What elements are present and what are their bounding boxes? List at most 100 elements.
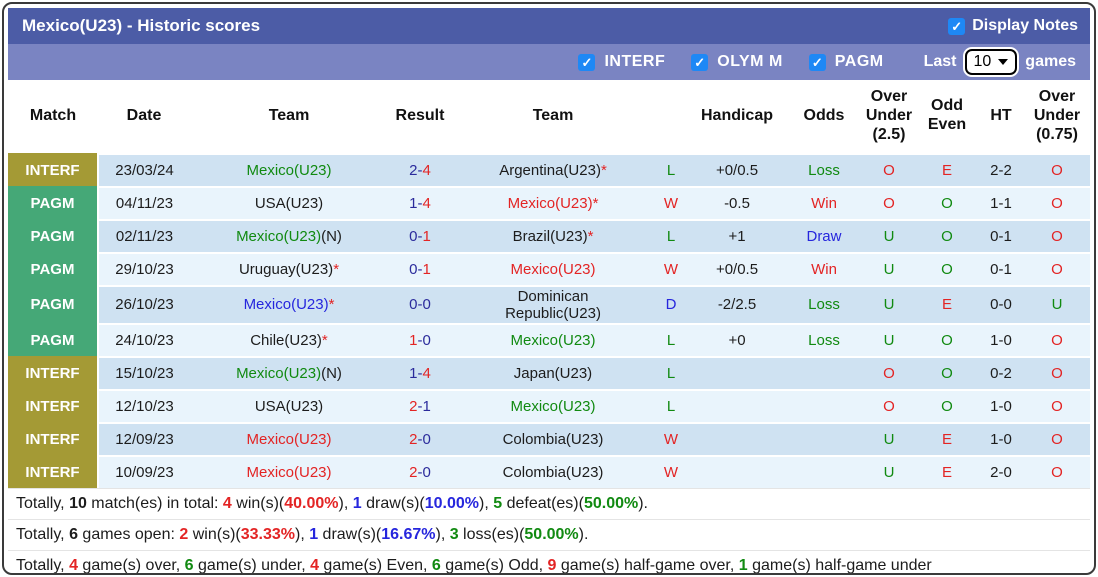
over-under-075-cell: O	[1024, 154, 1090, 187]
summary-segment: ),	[435, 526, 449, 543]
historic-scores-table: Match Date Team Result Team Handicap Odd…	[8, 80, 1090, 488]
handicap-cell: +0	[688, 324, 786, 357]
display-notes-toggle[interactable]: ✓ Display Notes	[948, 17, 1078, 35]
checkbox-checked-icon[interactable]: ✓	[948, 18, 965, 35]
over-under-075-cell: O	[1024, 423, 1090, 456]
over-under-25-cell: U	[862, 456, 916, 488]
away-team-name: Argentina(U23)	[499, 162, 601, 179]
historic-scores-widget: Mexico(U23) - Historic scores ✓ Display …	[2, 2, 1096, 575]
summary-segment: defeat(es)(	[502, 495, 584, 512]
summary-segment: game(s) Even,	[319, 557, 432, 574]
home-team-cell: Mexico(U23)(N)	[190, 357, 388, 390]
ht-score-cell: 0-0	[978, 286, 1024, 324]
summary-segment: 10	[69, 495, 87, 512]
summary-line-open: Totally, 6 games open: 2 win(s)(33.33%),…	[8, 519, 1090, 550]
checkbox-checked-icon[interactable]: ✓	[691, 54, 708, 71]
title-bar: Mexico(U23) - Historic scores ✓ Display …	[8, 8, 1090, 44]
summary-segment: 2	[179, 526, 188, 543]
filter-checkbox-olym-m[interactable]: ✓ OLYM M	[691, 53, 783, 71]
page-title: Mexico(U23) - Historic scores	[22, 16, 260, 36]
match-date: 02/11/23	[98, 220, 190, 253]
odds-cell: Win	[786, 187, 862, 220]
checkbox-checked-icon[interactable]: ✓	[809, 54, 826, 71]
match-league-badge: INTERF	[8, 456, 98, 488]
odds-cell: Loss	[786, 324, 862, 357]
away-team-cell: Mexico(U23)	[452, 390, 654, 423]
summary-segment: 4	[223, 495, 232, 512]
handicap-result-cell: L	[654, 357, 688, 390]
away-team-star: *	[593, 195, 599, 212]
over-under-25-cell: U	[862, 324, 916, 357]
score-away: 1	[423, 228, 431, 245]
summary-segment: win(s)(	[232, 495, 284, 512]
summary-section: Totally, 10 match(es) in total: 4 win(s)…	[8, 488, 1090, 575]
summary-segment: game(s) half-game under	[748, 557, 932, 574]
away-team-cell: Colombia(U23)	[452, 456, 654, 488]
column-header-away-team: Team	[452, 80, 654, 154]
summary-segment: Totally,	[16, 495, 69, 512]
odd-even-cell: O	[916, 253, 978, 286]
handicap-result-cell: L	[654, 324, 688, 357]
score-away: 1	[423, 261, 431, 278]
last-games-select[interactable]: 10	[965, 49, 1018, 75]
home-team-star: *	[322, 332, 328, 349]
handicap-cell: +1	[688, 220, 786, 253]
over-under-25-cell: O	[862, 187, 916, 220]
summary-segment: 6	[185, 557, 194, 574]
match-date: 04/11/23	[98, 187, 190, 220]
match-league-badge: PAGM	[8, 286, 98, 324]
score-home: 1	[409, 365, 417, 382]
score-home: 2	[409, 162, 417, 179]
table-body: INTERF 23/03/24 Mexico(U23) 2-4 Argentin…	[8, 154, 1090, 488]
match-date: 26/10/23	[98, 286, 190, 324]
score-home: 2	[409, 398, 417, 415]
summary-segment: 6	[432, 557, 441, 574]
handicap-cell	[688, 423, 786, 456]
match-league-badge: INTERF	[8, 423, 98, 456]
away-team-cell: Mexico(U23)	[452, 253, 654, 286]
match-date: 29/10/23	[98, 253, 190, 286]
filter-bar: ✓ INTERF ✓ OLYM M ✓ PAGM Last 10 games	[8, 44, 1090, 80]
summary-segment: games open:	[78, 526, 179, 543]
home-team-name: Chile(U23)	[250, 332, 322, 349]
home-team-cell: Mexico(U23)(N)	[190, 220, 388, 253]
handicap-cell: -0.5	[688, 187, 786, 220]
filter-checkbox-pagm[interactable]: ✓ PAGM	[809, 53, 884, 71]
score-cell: 2-1	[388, 390, 452, 423]
ht-score-cell: 1-1	[978, 187, 1024, 220]
filter-label: PAGM	[835, 53, 884, 71]
odd-even-cell: O	[916, 324, 978, 357]
summary-segment: 6	[69, 526, 78, 543]
score-home: 0	[409, 296, 417, 313]
score-cell: 1-4	[388, 187, 452, 220]
home-team-cell: USA(U23)	[190, 390, 388, 423]
away-team-cell: Mexico(U23)	[452, 324, 654, 357]
handicap-cell: -2/2.5	[688, 286, 786, 324]
table-row: INTERF 15/10/23 Mexico(U23)(N) 1-4 Japan…	[8, 357, 1090, 390]
ht-score-cell: 2-0	[978, 456, 1024, 488]
match-date: 15/10/23	[98, 357, 190, 390]
score-away: 4	[423, 195, 431, 212]
last-games-value: 10	[974, 53, 992, 71]
odds-cell: Loss	[786, 286, 862, 324]
summary-line-over-under: Totally, 4 game(s) over, 6 game(s) under…	[8, 550, 1090, 575]
match-date: 12/10/23	[98, 390, 190, 423]
odds-cell	[786, 423, 862, 456]
score-cell: 0-1	[388, 220, 452, 253]
last-label: Last	[924, 53, 957, 71]
column-header-blank	[654, 80, 688, 154]
ht-score-cell: 0-2	[978, 357, 1024, 390]
home-team-cell: USA(U23)	[190, 187, 388, 220]
summary-segment: match(es) in total:	[87, 495, 223, 512]
match-date: 24/10/23	[98, 324, 190, 357]
column-header-home-team: Team	[190, 80, 388, 154]
ht-score-cell: 1-0	[978, 324, 1024, 357]
away-team-cell: Brazil(U23)*	[452, 220, 654, 253]
checkbox-checked-icon[interactable]: ✓	[578, 54, 595, 71]
summary-segment: 3	[450, 526, 459, 543]
summary-segment: ),	[295, 526, 309, 543]
filter-checkbox-interf[interactable]: ✓ INTERF	[578, 53, 665, 71]
away-team-name: Japan(U23)	[514, 365, 592, 382]
match-league-badge: INTERF	[8, 154, 98, 187]
handicap-result-cell: L	[654, 220, 688, 253]
